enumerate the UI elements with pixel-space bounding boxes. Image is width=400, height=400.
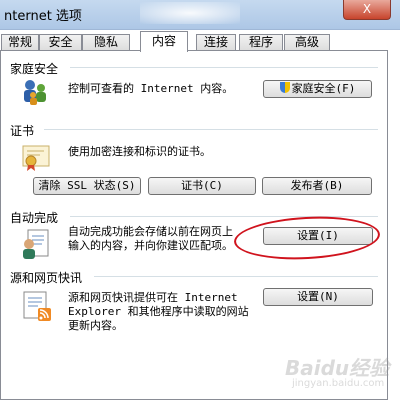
watermark-url: jingyan.baidu.com bbox=[292, 378, 385, 389]
family-safety-icon bbox=[20, 77, 52, 107]
feeds-description-line2: Explorer 和其他程序中读取的网站 bbox=[68, 305, 249, 318]
tab-privacy[interactable]: 隐私 bbox=[82, 34, 130, 51]
divider bbox=[70, 216, 378, 217]
autocomplete-description-line1: 自动完成功能会存储以前在网页上 bbox=[68, 225, 233, 238]
feeds-description-line1: 源和网页快讯提供可在 Internet bbox=[68, 291, 238, 304]
title-glow bbox=[140, 2, 240, 24]
clear-ssl-button[interactable]: 清除 SSL 状态(S) bbox=[33, 177, 141, 195]
tab-security[interactable]: 安全 bbox=[39, 34, 82, 51]
tab-advanced[interactable]: 高级 bbox=[284, 34, 330, 51]
tab-general[interactable]: 常规 bbox=[1, 34, 39, 51]
divider bbox=[44, 129, 378, 130]
certificate-icon bbox=[22, 144, 52, 172]
shield-icon bbox=[279, 82, 290, 93]
family-safety-description: 控制可查看的 Internet 内容。 bbox=[68, 82, 234, 95]
certificates-title: 证书 bbox=[10, 124, 35, 138]
certificates-button[interactable]: 证书(C) bbox=[148, 177, 256, 195]
autocomplete-description-line2: 输入的内容，并向你建议匹配项。 bbox=[68, 239, 233, 252]
publishers-button[interactable]: 发布者(B) bbox=[262, 177, 372, 195]
feeds-description-line3: 更新内容。 bbox=[68, 319, 123, 332]
autocomplete-title: 自动完成 bbox=[10, 211, 59, 225]
feeds-title: 源和网页快讯 bbox=[10, 271, 83, 285]
title-bar: nternet 选项 X bbox=[0, 0, 400, 30]
feeds-settings-button[interactable]: 设置(N) bbox=[263, 288, 373, 306]
family-safety-button[interactable]: 家庭安全(F) bbox=[263, 80, 372, 98]
family-safety-title: 家庭安全 bbox=[10, 62, 59, 76]
autocomplete-icon bbox=[20, 228, 52, 260]
tab-content[interactable]: 内容 bbox=[140, 31, 188, 52]
divider bbox=[70, 67, 378, 68]
tab-connections[interactable]: 连接 bbox=[196, 34, 236, 51]
certificates-description: 使用加密连接和标识的证书。 bbox=[68, 145, 211, 158]
autocomplete-settings-button[interactable]: 设置(I) bbox=[263, 227, 373, 245]
feeds-icon bbox=[22, 290, 54, 322]
family-safety-button-label: 家庭安全(F) bbox=[291, 82, 356, 95]
watermark-logo: Baidu经验 bbox=[285, 356, 390, 380]
close-button[interactable]: X bbox=[343, 0, 391, 20]
window-title: nternet 选项 bbox=[4, 9, 82, 24]
divider bbox=[94, 276, 378, 277]
tab-programs[interactable]: 程序 bbox=[239, 34, 283, 51]
